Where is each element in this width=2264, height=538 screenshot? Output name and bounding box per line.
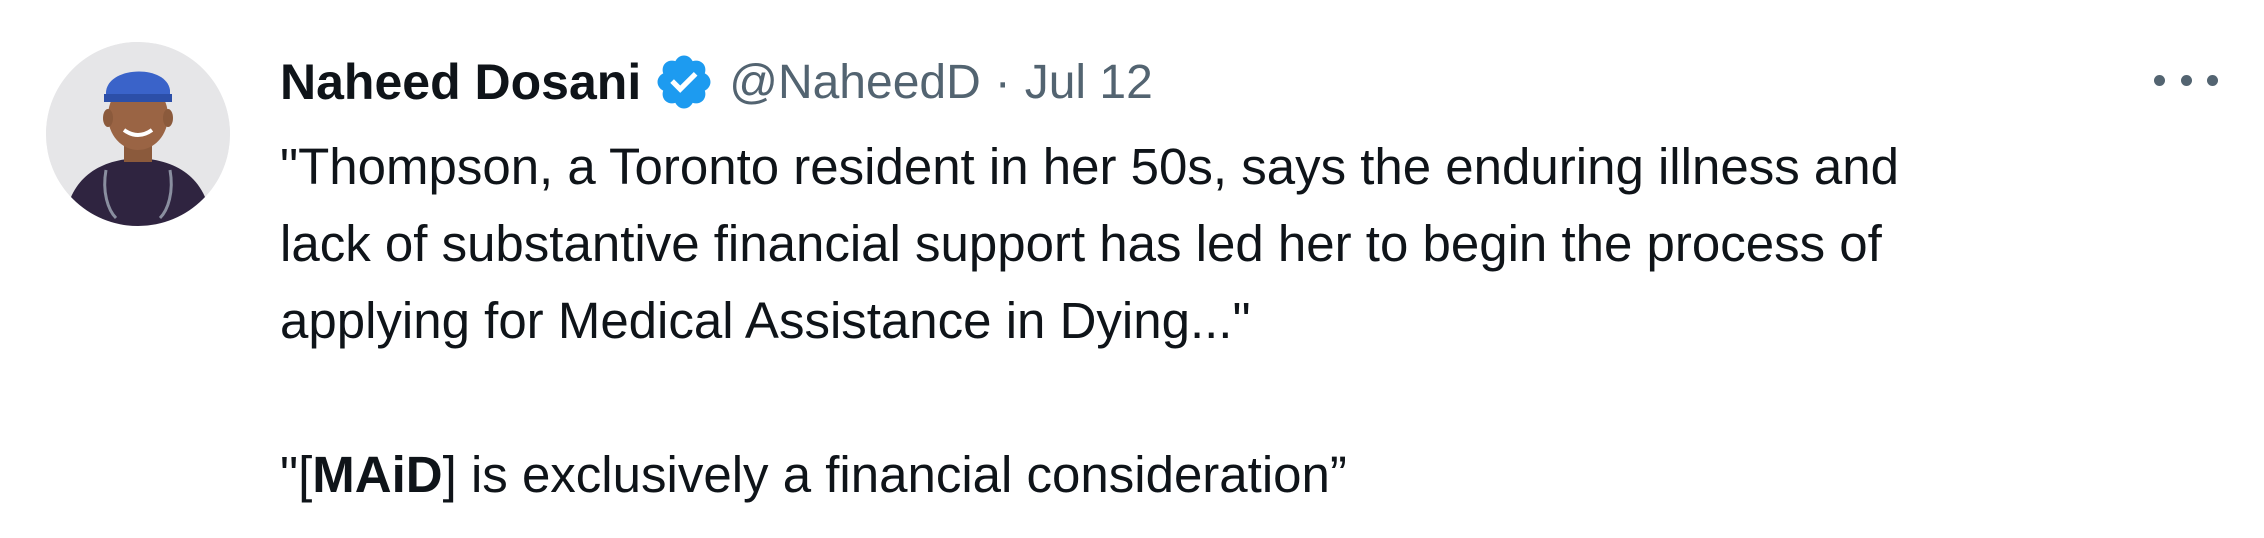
more-dot xyxy=(2180,74,2192,86)
tweet-quote-line: "[MAiD] is exclusively a financial consi… xyxy=(280,436,2240,513)
tweet-date[interactable]: Jul 12 xyxy=(1025,55,1153,110)
more-dot xyxy=(2207,74,2218,86)
tweet-text-line: "Thompson, a Toronto resident in her 50s… xyxy=(280,138,1899,195)
author-name[interactable]: Naheed Dosani xyxy=(280,53,641,111)
avatar[interactable] xyxy=(46,42,230,226)
verified-badge-icon xyxy=(653,51,715,113)
tweet[interactable]: Naheed Dosani @NaheedD · Jul 12 "Thompso… xyxy=(0,0,2264,538)
more-dot xyxy=(2154,74,2165,86)
tweet-text-line: applying for Medical Assistance in Dying… xyxy=(280,292,1251,349)
tweet-text: "Thompson, a Toronto resident in her 50s… xyxy=(280,128,2240,513)
quote-prefix: "[ xyxy=(280,446,313,503)
author-handle[interactable]: @NaheedD xyxy=(729,55,981,110)
header-separator: · xyxy=(994,55,1011,109)
quote-suffix: ] is exclusively a financial considerati… xyxy=(442,446,1347,503)
avatar-image xyxy=(46,42,230,226)
tweet-text-line: lack of substantive financial support ha… xyxy=(280,215,1882,272)
more-options-icon[interactable] xyxy=(2154,56,2218,104)
quote-bold-term: MAiD xyxy=(312,446,443,503)
tweet-header: Naheed Dosani @NaheedD · Jul 12 xyxy=(280,46,1153,118)
